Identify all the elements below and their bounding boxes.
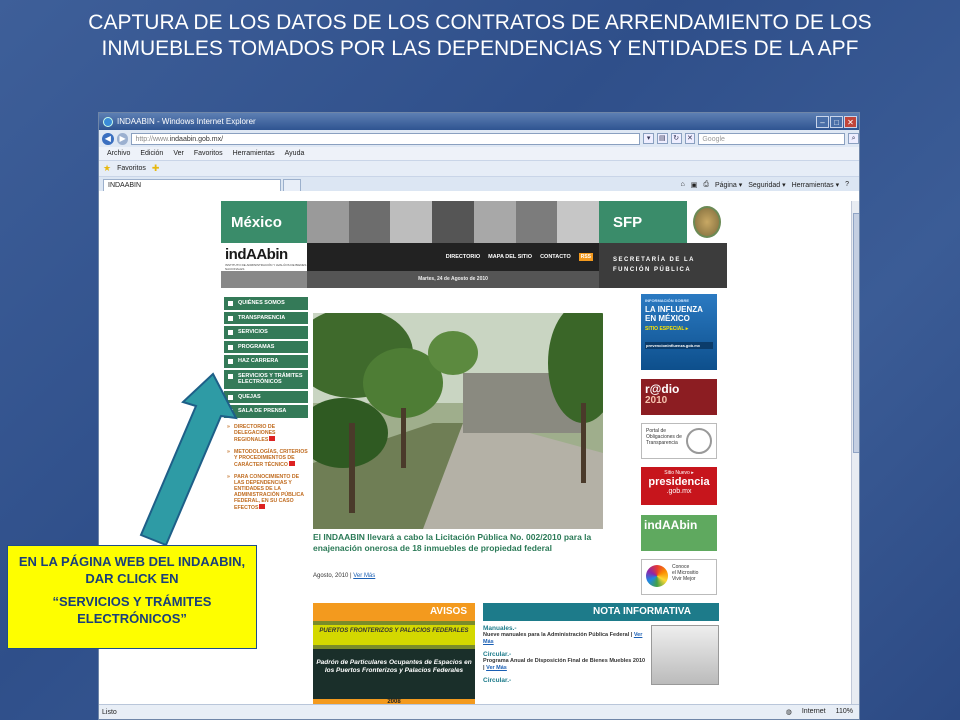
compat-icon[interactable]: ▤ xyxy=(656,133,668,144)
link-directorio-delegaciones[interactable]: DIRECTORIO DE DELEGACIONES REGIONALES xyxy=(224,424,308,443)
nav-haz-carrera[interactable]: HAZ CARRERA xyxy=(224,355,308,368)
link-metodologias[interactable]: METODOLOGÍAS, CRITERIOS Y PROCEDIMIENTOS… xyxy=(224,449,308,468)
avisos-promo[interactable]: PUERTOS FRONTERIZOS Y PALACIOS FEDERALES… xyxy=(313,621,475,709)
search-icon[interactable]: ⌕ xyxy=(848,133,859,144)
nav-quejas[interactable]: QUEJAS xyxy=(224,390,308,403)
indaabin-banner[interactable]: indAAbin xyxy=(641,515,717,551)
header-mosaic xyxy=(307,201,600,243)
indaabin-logo[interactable]: indAAbin INSTITUTO DE ADMINISTRACIÓN Y A… xyxy=(221,243,307,271)
news-headline[interactable]: El INDAABIN llevará a cabo la Licitación… xyxy=(313,532,603,554)
top-nav: DIRECTORIO MAPA DEL SITIO CONTACTO RSS xyxy=(307,243,599,271)
instruction-callout: EN LA PÁGINA WEB DEL INDAABIN, DAR CLICK… xyxy=(7,545,257,649)
ver-mas-link[interactable]: Ver Más xyxy=(486,665,507,671)
presidencia-banner[interactable]: Sitio Nuevo ▸ presidencia .gob.mx xyxy=(641,467,717,505)
search-input[interactable]: Google xyxy=(698,132,846,145)
seal-logo xyxy=(687,201,727,243)
slide-title: CAPTURA DE LOS DATOS DE LOS CONTRATOS DE… xyxy=(88,11,872,60)
nota-item: Manuales.- Nueve manuales para la Admini… xyxy=(483,625,643,645)
menu-edicion[interactable]: Edición xyxy=(140,150,163,157)
command-bar: ⌂ ▣ ⎙ Página ▾ Seguridad ▾ Herramientas … xyxy=(681,181,860,191)
nav-servicios[interactable]: SERVICIOS xyxy=(224,326,308,339)
nav-mapa[interactable]: MAPA DEL SITIO xyxy=(488,254,532,260)
menu-ayuda[interactable]: Ayuda xyxy=(285,150,305,157)
refresh-icon[interactable]: ↻ xyxy=(670,133,682,144)
news-photo[interactable] xyxy=(313,313,603,529)
window-title: INDAABIN - Windows Internet Explorer xyxy=(117,117,256,126)
logo-underbar xyxy=(221,271,307,288)
globe-icon: ◍ xyxy=(785,709,792,716)
avisos-header: AVISOS xyxy=(313,603,475,621)
link-para-conocimiento[interactable]: PARA CONOCIMIENTO DE LAS DEPENDENCIAS Y … xyxy=(224,474,308,511)
ie-logo-icon xyxy=(103,116,113,127)
new-tab-button[interactable] xyxy=(283,179,301,191)
menu-archivo[interactable]: Archivo xyxy=(107,150,130,157)
menu-favoritos[interactable]: Favoritos xyxy=(194,150,223,157)
cmd-seguridad[interactable]: Seguridad ▾ xyxy=(748,181,785,189)
back-button[interactable]: ◀ xyxy=(102,132,114,145)
menu-herramientas[interactable]: Herramientas xyxy=(233,150,275,157)
cmd-pagina[interactable]: Página ▾ xyxy=(715,181,742,189)
help-icon[interactable]: ? xyxy=(845,181,849,189)
indaabin-site: México SFP indAAbin INSTITUTO DE ADMINIS… xyxy=(221,201,727,709)
pdf-icon xyxy=(269,435,276,441)
nav-directorio[interactable]: DIRECTORIO xyxy=(446,254,480,260)
sfp-banner[interactable]: SFP xyxy=(599,201,687,243)
favorites-bar: ★ Favoritos ✚ xyxy=(99,160,859,176)
nota-header: NOTA INFORMATIVA xyxy=(483,603,719,621)
transparency-portal-banner[interactable]: Portal de Obligaciones de Transparencia xyxy=(641,423,717,459)
add-favorite-icon[interactable]: ✚ xyxy=(152,163,160,174)
minimize-button[interactable]: – xyxy=(816,115,829,128)
avisos-panel: AVISOS PUERTOS FRONTERIZOS Y PALACIOS FE… xyxy=(313,603,475,709)
maximize-button[interactable]: □ xyxy=(830,115,843,128)
status-text: Listo xyxy=(102,708,117,716)
address-bar-row: ◀ ▶ http://www.indaabin.gob.mx/ ▾ ▤ ↻ ✕ … xyxy=(99,130,859,147)
pdf-icon xyxy=(288,460,295,466)
menu-bar: Archivo Edición Ver Favoritos Herramient… xyxy=(99,147,859,160)
status-bar: Listo ◍ Internet 110% xyxy=(99,704,859,719)
influenza-banner[interactable]: INFORMACIÓN SOBRE LA INFLUENZA EN MÉXICO… xyxy=(641,294,717,370)
stop-icon[interactable]: ✕ xyxy=(684,133,696,144)
favorites-star-icon[interactable]: ★ xyxy=(103,163,111,174)
vivir-mejor-flower-icon xyxy=(646,565,668,587)
date-strip: Martes, 24 de Agosto de 2010 xyxy=(307,271,599,288)
cmd-herramientas[interactable]: Herramientas ▾ xyxy=(792,181,839,189)
zoom-level[interactable]: 110% xyxy=(836,708,853,716)
forward-button[interactable]: ▶ xyxy=(116,132,129,145)
pot-circle-icon xyxy=(686,428,712,454)
print-icon[interactable]: ⎙ xyxy=(703,181,709,189)
nota-item: Circular.- Programa Anual de Disposición… xyxy=(483,651,646,671)
pdf-icon xyxy=(259,503,266,509)
nav-programas[interactable]: PROGRAMAS xyxy=(224,340,308,353)
tab-bar: INDAABIN ⌂ ▣ ⎙ Página ▾ Seguridad ▾ Herr… xyxy=(99,176,859,191)
vertical-scrollbar[interactable] xyxy=(851,201,859,706)
news-date: Agosto, 2010 | Ver Más xyxy=(313,573,376,579)
tree-lined-path-image xyxy=(313,313,603,529)
nav-contacto[interactable]: CONTACTO xyxy=(540,254,571,260)
left-nav: QUIÉNES SOMOS TRANSPARENCIA SERVICIOS PR… xyxy=(224,297,308,517)
nav-quienes-somos[interactable]: QUIÉNES SOMOS xyxy=(224,297,308,310)
tab-indaabin[interactable]: INDAABIN xyxy=(103,179,281,191)
nav-transparencia[interactable]: TRANSPARENCIA xyxy=(224,311,308,324)
vivir-mejor-banner[interactable]: Conoce el Micrositio Vivir Mejor xyxy=(641,559,717,595)
ie-titlebar: INDAABIN - Windows Internet Explorer – □… xyxy=(99,113,859,130)
national-seal-icon xyxy=(693,206,721,238)
nota-item: Circular.- xyxy=(483,677,512,684)
address-input[interactable]: http://www.indaabin.gob.mx/ xyxy=(131,132,641,145)
dropdown-icon[interactable]: ▾ xyxy=(643,133,654,144)
nav-sala-prensa[interactable]: SALA DE PRENSA xyxy=(224,405,308,418)
mexico-banner[interactable]: México xyxy=(221,201,307,243)
menu-ver[interactable]: Ver xyxy=(173,150,184,157)
sfp-subtitle: SECRETARÍA DE LA FUNCIÓN PÚBLICA xyxy=(599,243,727,288)
home-icon[interactable]: ⌂ xyxy=(681,181,685,189)
feeds-icon[interactable]: ▣ xyxy=(691,181,698,189)
building-photo xyxy=(651,625,719,685)
nota-informativa-panel: NOTA INFORMATIVA Manuales.- Nueve manual… xyxy=(483,603,719,706)
radio-banner[interactable]: r@dio 2010 xyxy=(641,379,717,415)
ver-mas-link[interactable]: Ver Más xyxy=(353,573,375,579)
rss-button[interactable]: RSS xyxy=(578,253,593,261)
zone-label: Internet xyxy=(801,708,826,715)
favorites-button[interactable]: Favoritos xyxy=(117,165,146,172)
close-button[interactable]: ✕ xyxy=(844,115,857,128)
nav-servicios-tramites-electronicos[interactable]: SERVICIOS Y TRÁMITES ELECTRÓNICOS xyxy=(224,369,308,389)
